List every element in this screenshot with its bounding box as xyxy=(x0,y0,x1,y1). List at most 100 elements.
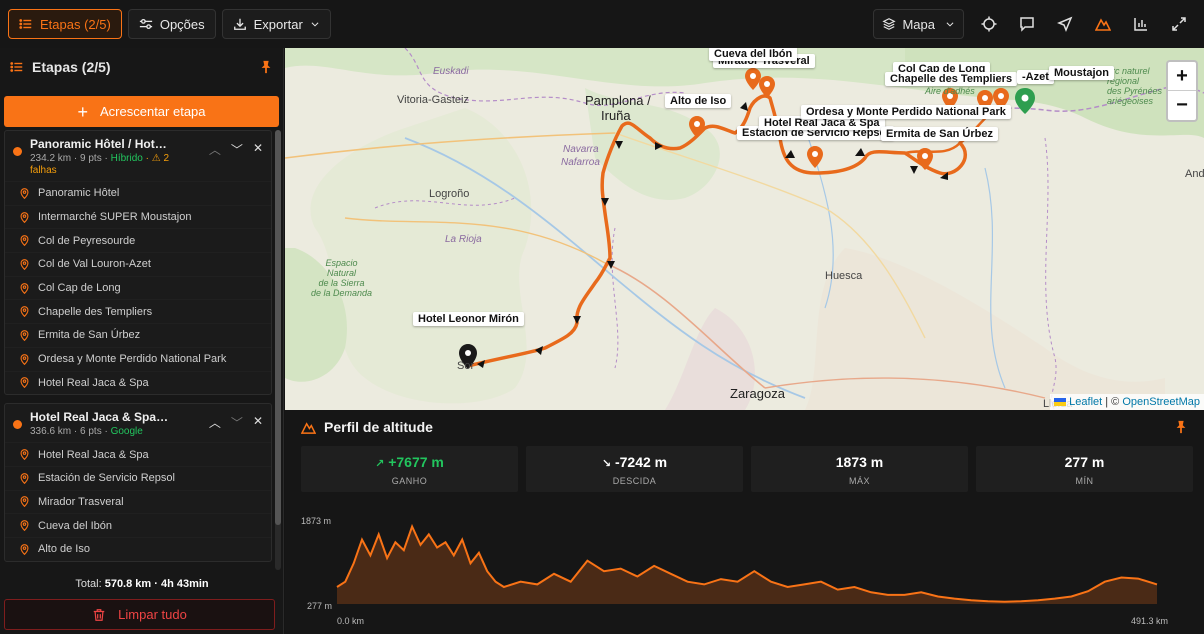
map-park-label: Aire d'adhés xyxy=(925,86,975,96)
waypoint-label: Mirador Trasveral xyxy=(38,495,124,508)
waypoint-item[interactable]: Chapelle des Templiers xyxy=(5,299,271,323)
elevation-area xyxy=(337,526,1157,604)
map-pin-icon xyxy=(20,330,29,341)
waypoint-label: Cueva del Ibón xyxy=(38,519,112,532)
map-city-label: Vitoria-Gasteiz xyxy=(397,94,469,106)
profile-header: Perfil de altitude xyxy=(285,410,1204,444)
map-pin-icon xyxy=(20,377,29,389)
waypoint-label: Panoramic Hôtel xyxy=(38,187,120,200)
route-total: Total: 570.8 km · 4h 43min xyxy=(75,578,209,590)
maximize-icon xyxy=(1172,17,1186,31)
map-pin-icon xyxy=(20,188,29,199)
map-city-label: Iruña xyxy=(601,108,631,123)
chevron-down-icon xyxy=(946,22,954,27)
waypoint-item[interactable]: Hotel Real Jaca & Spa xyxy=(5,442,271,466)
map-poi-label[interactable]: Hotel Leonor Mirón xyxy=(413,312,524,326)
waypoint-label: Estación de Servicio Repsol xyxy=(38,472,175,485)
profile-title: Perfil de altitude xyxy=(324,419,433,435)
waypoint-item[interactable]: Mirador Trasveral xyxy=(5,489,271,514)
top-toolbar: Etapas (2/5) Opções Exportar Mapa xyxy=(0,0,1204,48)
waypoint-item[interactable]: Ordesa y Monte Perdido National Park xyxy=(5,346,271,371)
add-stage-button[interactable]: + Acrescentar etapa xyxy=(4,96,279,127)
sidebar-scrollbar[interactable] xyxy=(275,130,281,570)
stage-header[interactable]: Hotel Real Jaca & Spa / H... 336.6 km · … xyxy=(5,404,271,442)
mountain-icon xyxy=(301,421,316,434)
map-pin-icon xyxy=(20,235,29,247)
waypoint-label: Ordesa y Monte Perdido National Park xyxy=(38,353,227,366)
message-icon xyxy=(1020,17,1034,32)
waypoint-label: Ermita de San Úrbez xyxy=(38,329,141,342)
trend-up-icon: ↗ xyxy=(375,458,385,470)
map-city-label: Logroño xyxy=(429,188,470,200)
map-poi-label[interactable]: Ermita de San Úrbez xyxy=(881,127,998,141)
waypoint-label: Col de Peyresourde xyxy=(38,234,136,247)
elevation-profile-button[interactable] xyxy=(1084,9,1122,39)
scrollbar-thumb[interactable] xyxy=(275,130,281,525)
waypoint-item[interactable]: Intermarché SUPER Moustajon xyxy=(5,204,271,229)
sliders-icon xyxy=(139,18,152,30)
waypoint-item[interactable]: Hotel Real Jaca & Spa xyxy=(5,370,271,395)
map-poi-label[interactable]: Moustajon xyxy=(1049,66,1114,80)
navigation-icon xyxy=(1057,16,1073,32)
map-city-label: And xyxy=(1185,168,1204,180)
sidebar-title: Etapas (2/5) xyxy=(32,59,111,75)
stage-color-dot xyxy=(13,420,22,430)
waypoint-item[interactable]: Col de Peyresourde xyxy=(5,228,271,252)
locate-button[interactable] xyxy=(970,9,1008,39)
waypoint-item[interactable]: Col de Val Louron-Azet xyxy=(5,252,271,276)
map-pin-icon xyxy=(20,259,29,270)
clear-all-button[interactable]: Limpar tudo xyxy=(4,599,275,630)
trend-down-icon: ↘ xyxy=(601,458,612,470)
stats-button[interactable] xyxy=(1122,9,1160,39)
zoom-in-button[interactable]: + xyxy=(1168,62,1196,91)
stat-min: 277 m MÍN xyxy=(976,446,1193,492)
options-button[interactable]: Opções xyxy=(127,9,216,39)
map-region-label: Navarra xyxy=(563,144,599,155)
layers-icon xyxy=(882,18,897,30)
navigate-button[interactable] xyxy=(1046,9,1084,39)
chevron-up-icon[interactable]: ︿ xyxy=(209,141,221,158)
comments-button[interactable] xyxy=(1008,9,1046,39)
map-pin-icon xyxy=(20,211,29,223)
stages-sidebar: Etapas (2/5) + Acrescentar etapa Panoram… xyxy=(0,48,284,634)
waypoint-item[interactable]: Estación de Servicio Repsol xyxy=(5,465,271,490)
close-icon[interactable]: ✕ xyxy=(253,141,263,158)
waypoint-item[interactable]: Cueva del Ibón xyxy=(5,513,271,537)
waypoint-list: Panoramic Hôtel Intermarché SUPER Moustaj… xyxy=(5,181,271,394)
stage-card[interactable]: Panoramic Hôtel / Hotel ... 234.2 km · 9… xyxy=(4,130,272,396)
chevron-down-icon[interactable]: ﹀ xyxy=(231,414,243,431)
map-poi-label[interactable]: Ordesa y Monte Perdido National Park xyxy=(801,105,1011,119)
waypoint-item[interactable]: Alto de Iso xyxy=(5,536,271,561)
export-button[interactable]: Exportar xyxy=(221,9,331,39)
waypoint-item[interactable]: Panoramic Hôtel xyxy=(5,181,271,205)
fullscreen-button[interactable] xyxy=(1160,9,1198,39)
stage-title: Panoramic Hôtel / Hotel ... xyxy=(30,137,170,151)
waypoint-item[interactable]: Col Cap de Long xyxy=(5,275,271,300)
stage-mode: Híbrido xyxy=(110,153,143,164)
stages-list: Panoramic Hôtel / Hotel ... 234.2 km · 9… xyxy=(4,130,272,570)
pin-icon[interactable] xyxy=(259,60,273,74)
sidebar-header: Etapas (2/5) xyxy=(0,48,283,86)
stage-card[interactable]: Hotel Real Jaca & Spa / H... 336.6 km · … xyxy=(4,403,272,562)
elevation-chart[interactable]: 1873 m 277 m 0.0 km 491.3 km xyxy=(285,500,1204,634)
osm-link[interactable]: OpenStreetMap xyxy=(1122,396,1200,408)
map-view[interactable]: Espacio Natural de la Sierra de la Demanda … xyxy=(285,48,1204,410)
leaflet-link[interactable]: Leaflet xyxy=(1069,396,1102,408)
map-poi-label[interactable]: Cueva del Ibón xyxy=(709,48,798,61)
bar-chart-icon xyxy=(1134,18,1147,31)
stages-toggle-button[interactable]: Etapas (2/5) xyxy=(8,9,122,39)
options-label: Opções xyxy=(159,16,205,32)
zoom-out-button[interactable]: − xyxy=(1168,91,1196,120)
map-pin-icon xyxy=(20,520,29,532)
chevron-up-icon[interactable]: ︿ xyxy=(209,414,221,431)
map-poi-label[interactable]: Chapelle des Templiers xyxy=(885,72,1018,86)
map-city-label: Sor xyxy=(457,360,475,372)
close-icon[interactable]: ✕ xyxy=(253,414,263,431)
map-layer-select[interactable]: Mapa xyxy=(873,9,964,39)
stage-header[interactable]: Panoramic Hôtel / Hotel ... 234.2 km · 9… xyxy=(5,131,271,181)
chevron-down-icon[interactable]: ﹀ xyxy=(231,141,243,158)
waypoint-item[interactable]: Ermita de San Úrbez xyxy=(5,323,271,347)
plus-icon: + xyxy=(77,101,88,122)
map-poi-label[interactable]: Alto de Iso xyxy=(665,94,732,108)
pin-icon[interactable] xyxy=(1174,420,1188,434)
